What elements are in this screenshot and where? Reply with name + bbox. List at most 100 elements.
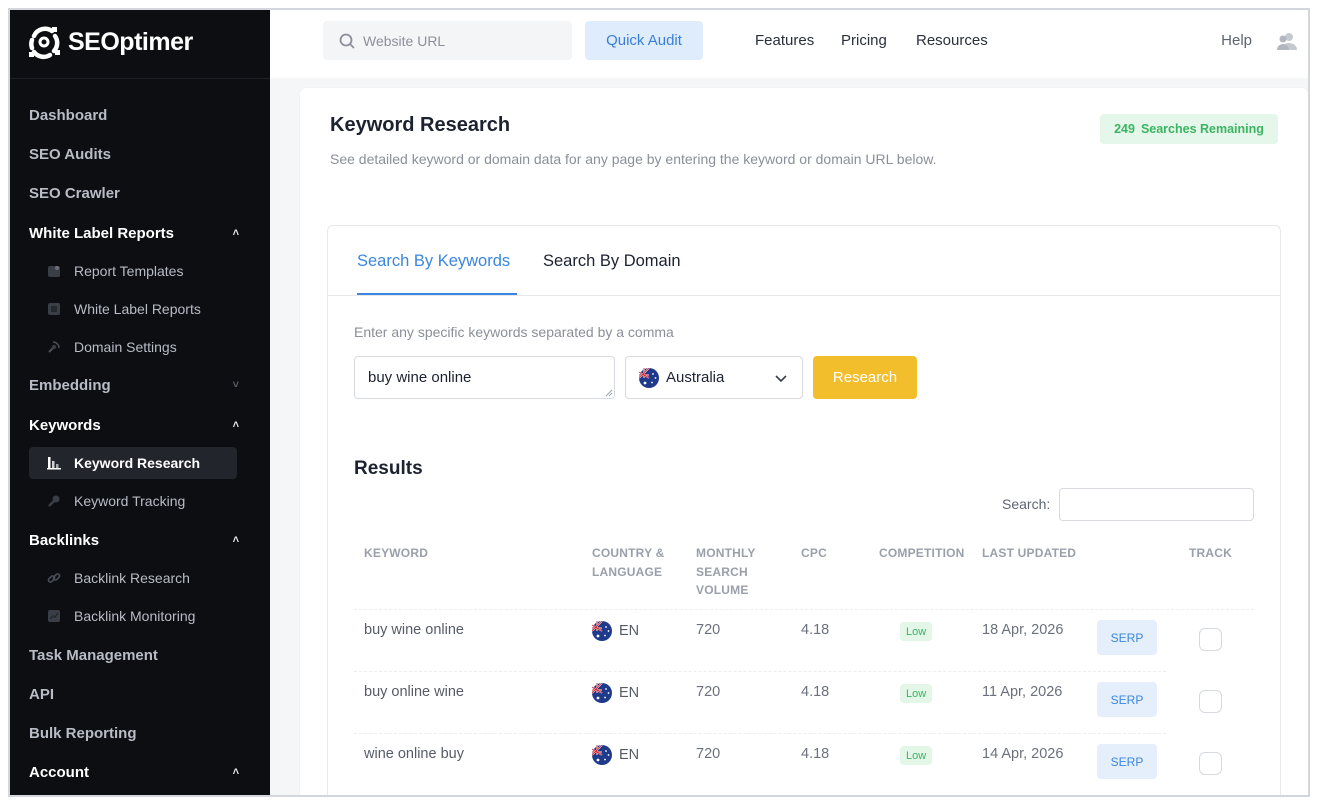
column-header-cpc[interactable]: CPC	[801, 544, 827, 563]
column-header-country-language[interactable]: COUNTRY & LANGUAGE	[592, 544, 664, 581]
nav-link-pricing[interactable]: Pricing	[841, 32, 887, 49]
keyword-textarea[interactable]: buy wine online	[354, 356, 615, 399]
header-label: SEARCH	[696, 564, 748, 579]
cell-language: EN	[619, 685, 640, 701]
sidebar-item-label: Keyword Tracking	[74, 493, 186, 509]
cell-last-updated: 18 Apr, 2026	[982, 622, 1064, 638]
serp-button[interactable]: SERP	[1097, 620, 1157, 655]
sidebar-section-account[interactable]: Account ˄	[29, 757, 251, 787]
serp-button[interactable]: SERP	[1097, 744, 1157, 779]
sidebar-item-label: Backlink Monitoring	[74, 608, 196, 624]
australia-flag-icon	[639, 367, 659, 388]
keyword-hint: Enter any specific keywords separated by…	[354, 324, 674, 340]
country-select[interactable]: Australia	[625, 356, 803, 399]
sidebar-item-label: SEO Audits	[29, 145, 111, 163]
table-search-input[interactable]	[1059, 488, 1254, 521]
sidebar-item-label: White Label Reports	[29, 224, 175, 242]
sidebar-item-embedding[interactable]: Embedding ˅	[29, 370, 251, 400]
sidebar-section-keywords[interactable]: Keywords ˄	[29, 410, 251, 440]
sidebar-item-label: SEO Crawler	[29, 184, 120, 202]
key-icon	[46, 493, 62, 509]
australia-flag-icon	[592, 683, 612, 703]
column-header-track: TRACK	[1189, 544, 1232, 563]
column-header-keyword[interactable]: KEYWORD	[364, 544, 428, 563]
sidebar-item-api[interactable]: API	[29, 679, 251, 709]
serp-button[interactable]: SERP	[1097, 682, 1157, 717]
header-label: VOLUME	[696, 583, 749, 597]
track-checkbox[interactable]	[1199, 628, 1222, 651]
tab-search-by-domain[interactable]: Search By Domain	[543, 252, 681, 271]
track-checkbox[interactable]	[1199, 690, 1222, 713]
sidebar-section-backlinks[interactable]: Backlinks ˄	[29, 525, 251, 555]
keyword-value: buy wine online	[368, 369, 472, 386]
sidebar-item-label: Backlink Research	[74, 570, 190, 586]
sidebar-item-keyword-research[interactable]: Keyword Research	[29, 447, 237, 479]
brand-name: SEOptimer	[68, 27, 193, 56]
sidebar-item-seo-crawler[interactable]: SEO Crawler	[29, 178, 251, 208]
nav-link-features[interactable]: Features	[755, 32, 814, 49]
chevron-down-icon	[775, 375, 787, 383]
cell-last-updated: 14 Apr, 2026	[982, 746, 1064, 762]
research-button[interactable]: Research	[813, 356, 917, 399]
page-subtitle: See detailed keyword or domain data for …	[330, 151, 937, 167]
tab-search-by-keywords[interactable]: Search By Keywords	[357, 252, 510, 271]
sidebar-item-white-label-reports[interactable]: White Label Reports	[29, 293, 237, 325]
resize-grip-icon[interactable]	[605, 389, 613, 397]
search-tabs: Search By Keywords Search By Domain	[328, 226, 1280, 296]
logo[interactable]: SEOptimer	[26, 22, 193, 62]
top-bar: Website URL Quick Audit Features Pricing…	[270, 10, 1308, 78]
header-label: KEYWORD	[364, 546, 429, 560]
sidebar-item-seo-audits[interactable]: SEO Audits	[29, 139, 251, 169]
header-label: COMPETITION	[879, 546, 965, 560]
sidebar-item-task-management[interactable]: Task Management	[29, 640, 251, 670]
sidebar-item-label: Account	[29, 763, 89, 781]
satellite-icon	[46, 339, 62, 355]
page-title: Keyword Research	[330, 114, 511, 136]
track-checkbox[interactable]	[1199, 752, 1222, 775]
country-select-value: Australia	[666, 369, 725, 386]
column-header-competition[interactable]: COMPETITION	[879, 544, 965, 563]
header-label: MONTHLY	[696, 546, 756, 560]
report-icon	[46, 301, 62, 317]
cell-volume: 720	[696, 746, 721, 762]
chevron-up-icon: ˄	[232, 227, 239, 239]
sidebar-item-report-templates[interactable]: Report Templates	[29, 255, 237, 287]
sidebar-item-bulk-reporting[interactable]: Bulk Reporting	[29, 718, 251, 748]
chevron-down-icon: ˅	[232, 379, 239, 391]
row-divider	[354, 733, 1166, 734]
cell-country-language: EN	[592, 745, 639, 765]
cell-country-language: EN	[592, 683, 639, 703]
header-label: COUNTRY &	[592, 546, 665, 560]
searches-remaining-count: 249	[1114, 122, 1135, 136]
competition-badge: Low	[900, 622, 933, 641]
sidebar-item-keyword-tracking[interactable]: Keyword Tracking	[29, 485, 237, 517]
sidebar-section-white-label-reports[interactable]: White Label Reports ˄	[29, 218, 251, 248]
header-label: TRACK	[1189, 546, 1232, 560]
website-url-input[interactable]: Website URL	[323, 21, 572, 60]
header-label: LANGUAGE	[592, 564, 663, 579]
sidebar-item-backlink-research[interactable]: Backlink Research	[29, 562, 237, 594]
sidebar-item-backlink-monitoring[interactable]: Backlink Monitoring	[29, 600, 237, 632]
sidebar-item-label: Keyword Research	[74, 455, 201, 471]
searches-remaining-label: Searches Remaining	[1140, 122, 1264, 136]
row-divider	[354, 671, 1166, 672]
column-header-monthly-volume[interactable]: MONTHLY SEARCH VOLUME	[696, 544, 756, 600]
bar-chart-icon	[46, 455, 62, 471]
chevron-up-icon: ˄	[232, 419, 239, 431]
website-url-placeholder: Website URL	[363, 32, 446, 49]
sidebar-item-dashboard[interactable]: Dashboard	[29, 100, 251, 130]
nav-link-resources[interactable]: Resources	[916, 32, 988, 49]
column-header-last-updated[interactable]: LAST UPDATED	[982, 544, 1076, 563]
quick-audit-button[interactable]: Quick Audit	[585, 21, 703, 60]
sidebar-item-label: Domain Settings	[74, 339, 177, 355]
search-card: Search By Keywords Search By Domain Ente…	[327, 225, 1281, 795]
user-icon[interactable]	[1276, 30, 1298, 52]
sidebar-item-label: Task Management	[29, 646, 158, 664]
sidebar-item-domain-settings[interactable]: Domain Settings	[29, 331, 237, 363]
main-content: Keyword Research See detailed keyword or…	[270, 78, 1308, 795]
cell-cpc: 4.18	[801, 622, 830, 638]
australia-flag-icon	[592, 621, 612, 641]
australia-flag-icon	[592, 745, 612, 765]
help-link[interactable]: Help	[1221, 32, 1252, 49]
chevron-up-icon: ˄	[232, 766, 239, 778]
